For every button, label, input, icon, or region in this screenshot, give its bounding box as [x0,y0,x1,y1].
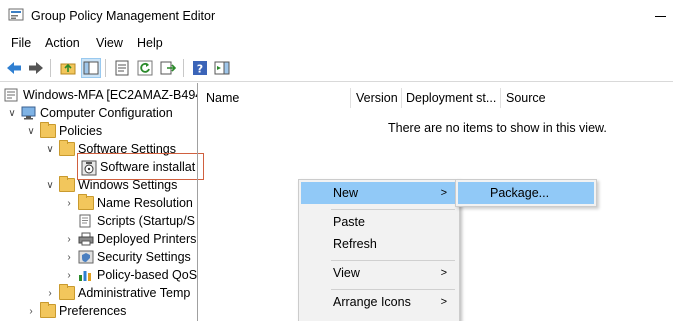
tree-label: Windows Settings [78,178,178,192]
script-icon [78,214,94,228]
menu-item-paste[interactable]: Paste [301,211,457,233]
menu-bar: File Action View Help [0,32,673,54]
back-icon[interactable] [4,58,24,78]
empty-list-message: There are no items to show in this view. [388,121,607,135]
toolbar: ? [0,54,673,82]
context-menu: New > Paste Refresh View > Arrange Icons… [298,179,460,321]
group-policy-icon [8,8,24,21]
expanded-arrow-icon[interactable]: ∨ [44,144,56,155]
security-settings-icon [78,250,94,264]
tree-label: Policy-based QoS [97,268,197,282]
tree-item-policy-qos[interactable]: › Policy-based QoS [63,266,197,284]
tree-label: Preferences [59,304,127,318]
show-hide-action-pane-icon[interactable] [212,58,232,78]
collapsed-arrow-icon[interactable]: › [63,270,75,281]
selection-highlight [77,153,204,180]
menu-view[interactable]: View [94,36,125,50]
tree-label: Security Settings [97,250,191,264]
submenu-arrow-icon: > [440,267,447,279]
svg-text:?: ? [197,63,203,76]
tree-label: Name Resolution [97,196,193,210]
tree-item-name-resolution[interactable]: › Name Resolution [63,194,193,212]
properties-icon[interactable] [112,58,132,78]
title-bar: Group Policy Management Editor [0,0,673,32]
expanded-arrow-icon[interactable]: ∨ [25,126,37,137]
expanded-arrow-icon[interactable]: ∨ [6,108,18,119]
folder-icon [40,122,56,138]
tree-label: Administrative Temp [78,286,191,300]
menu-item-label: New [333,186,359,200]
menu-item-label: Refresh [333,237,377,251]
column-deployment-state[interactable]: Deployment st... [406,91,496,105]
tree-label: Scripts (Startup/S [97,214,195,228]
folder-icon [40,302,56,318]
export-list-icon[interactable] [158,58,178,78]
column-source[interactable]: Source [506,91,546,105]
collapsed-arrow-icon[interactable]: › [25,306,37,317]
submenu-arrow-icon: > [440,296,447,308]
menu-item-view[interactable]: View > [301,262,457,284]
show-hide-tree-icon[interactable] [81,58,101,78]
tree-item-scripts[interactable]: Scripts (Startup/S [78,212,195,230]
collapsed-arrow-icon[interactable]: › [44,288,56,299]
folder-icon [78,194,94,210]
tree-item-preferences[interactable]: › Preferences [25,302,126,320]
bar-chart-icon [78,268,94,282]
computer-icon [21,106,37,120]
console-tree: Windows-MFA [EC2AMAZ-B494 ∨ Computer Con… [0,83,197,321]
tree-item-computer-configuration[interactable]: ∨ Computer Configuration [6,104,173,122]
window-title: Group Policy Management Editor [31,9,216,23]
menu-item-package[interactable]: Package... [458,182,594,204]
tree-label: Policies [59,124,103,138]
column-name[interactable]: Name [206,91,239,105]
tree-label: Computer Configuration [40,106,173,120]
folder-icon [59,140,75,156]
menu-item-arrange-icons[interactable]: Arrange Icons > [301,291,457,313]
tree-label: Deployed Printers [97,232,197,246]
new-submenu: Package... [455,179,597,207]
forward-icon[interactable] [26,58,46,78]
menu-item-label: Arrange Icons [333,295,411,309]
menu-item-label: Paste [333,215,365,229]
menu-item-new[interactable]: New > [301,182,457,204]
menu-item-label: Package... [490,186,550,200]
menu-help[interactable]: Help [135,36,165,50]
tree-item-policies[interactable]: ∨ Policies [25,122,102,140]
collapsed-arrow-icon[interactable]: › [63,252,75,263]
tree-item-security-settings[interactable]: › Security Settings [63,248,191,266]
minimize-button[interactable] [655,16,666,17]
up-folder-icon[interactable] [58,58,78,78]
folder-icon [59,284,75,300]
collapsed-arrow-icon[interactable]: › [63,198,75,209]
column-version[interactable]: Version [356,91,398,105]
help-icon[interactable]: ? [190,58,210,78]
expanded-arrow-icon[interactable]: ∨ [44,180,56,191]
folder-icon [59,176,75,192]
refresh-icon[interactable] [135,58,155,78]
collapsed-arrow-icon[interactable]: › [63,234,75,245]
tree-item-root[interactable]: Windows-MFA [EC2AMAZ-B494 [4,86,197,104]
menu-item-refresh[interactable]: Refresh [301,233,457,255]
printer-icon [78,232,94,246]
tree-item-deployed-printers[interactable]: › Deployed Printers [63,230,196,248]
tree-label: Windows-MFA [EC2AMAZ-B494 [23,88,197,102]
menu-file[interactable]: File [9,36,33,50]
menu-action[interactable]: Action [43,36,82,50]
menu-item-label: View [333,266,360,280]
tree-item-administrative-templates[interactable]: › Administrative Temp [44,284,190,302]
submenu-arrow-icon: > [440,187,447,199]
policy-document-icon [4,88,20,102]
